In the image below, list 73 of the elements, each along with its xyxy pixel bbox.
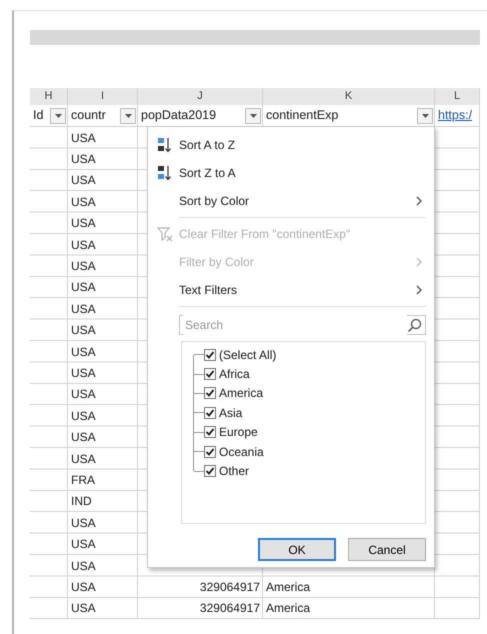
table-cell-text: USA [70,151,97,168]
header-cell-text: Id [33,107,44,124]
cancel-button[interactable]: Cancel [348,538,426,561]
table-cell-text: America [265,600,312,618]
column-header[interactable]: L [435,88,480,105]
table-cell-text: IND [70,493,93,510]
table-cell-text: USA [70,194,97,211]
chevron-right-icon [416,285,422,295]
checkbox[interactable] [204,465,216,478]
column-header[interactable]: J [138,88,263,105]
checkbox[interactable] [204,446,216,458]
table-cell-text: USA [70,215,97,232]
table-cell-text: USA [70,408,97,425]
menu-item[interactable]: Sort A to Z [150,131,426,159]
table-cell-text: USA [70,600,97,618]
filter-dropdown-button[interactable] [120,108,136,124]
chevron-right-icon [416,257,422,267]
ok-button[interactable]: OK [258,538,336,561]
caret-icon [54,114,62,118]
menu-item[interactable]: Sort by Color [150,187,426,215]
table-cell-text: USA [70,450,97,468]
table-cell-text: 329064917 [198,600,261,618]
filter-dropdown-button[interactable] [50,108,66,124]
column-header[interactable]: H [30,88,68,105]
checkbox-label: (Select All) [219,346,276,364]
clear-filter-icon [156,226,172,242]
checkbox[interactable] [204,348,216,361]
filter-dropdown-button[interactable] [417,108,433,124]
checkbox[interactable] [204,426,216,438]
table-cell-text: USA [70,236,97,254]
checkbox[interactable] [204,368,216,380]
filter-dropdown-button[interactable] [245,108,261,124]
column-header[interactable]: I [68,88,138,105]
table-cell-text: USA [70,279,97,296]
table-cell-text: America [265,578,312,596]
table-cell-text: USA [70,514,97,532]
checkbox[interactable] [204,406,216,419]
checkbox-label: Oceania [219,444,264,461]
table-cell-text: USA [70,172,97,190]
table-cell-text: USA [70,386,97,404]
caret-icon [422,114,428,118]
chevron-right-icon [416,196,422,206]
table-cell-text: USA [70,364,97,382]
table-cell-text: USA [70,344,97,361]
table-cell-text: USA [70,258,97,276]
menu-item[interactable]: Text Filters [150,276,426,304]
search-field[interactable]: Search [179,315,426,335]
table-cell-text: USA [70,300,97,318]
sort-descending-icon [156,165,172,181]
checkbox-label: Asia [219,404,242,422]
link[interactable]: https:/ [438,106,472,125]
checkbox-label: Other [219,463,250,480]
table-cell-text: USA [70,536,97,554]
sort-ascending-icon [156,137,172,153]
table-cell-text: FRA [70,472,96,489]
table-cell-text: USA [70,558,97,574]
table-cell-text: USA [70,130,97,147]
header-cell-text: countr [71,107,106,124]
header-cell-text: popData2019 [141,107,216,124]
caret-icon [124,114,132,118]
column-header[interactable]: K [263,88,435,105]
table-cell-text: 329064917 [198,578,261,596]
table-cell-text: USA [70,322,97,340]
checkbox[interactable] [204,387,216,400]
checkbox-label: Africa [219,366,250,384]
search-icon [407,318,422,332]
checkbox-label: America [219,385,264,402]
table-cell-text: USA [70,429,97,446]
menu-item[interactable]: Sort Z to A [150,159,426,187]
checkbox-label: Europe [219,424,258,442]
caret-icon [250,114,256,118]
table-cell-text: USA [70,578,97,596]
header-cell-text: continentExp [266,107,338,124]
